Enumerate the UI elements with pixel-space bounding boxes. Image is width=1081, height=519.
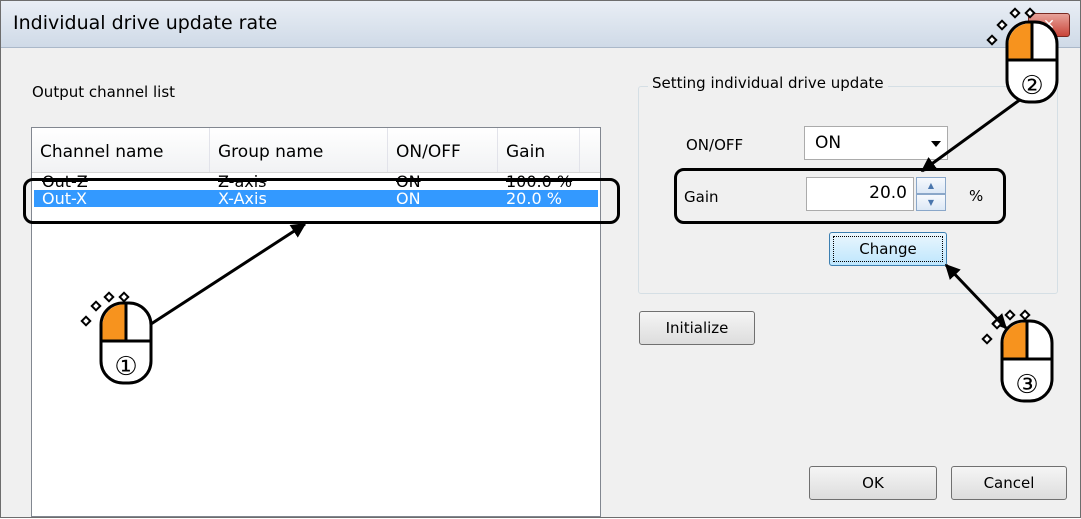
dialog-window: Individual drive update rate ✕ Output ch… [0, 0, 1081, 518]
callout-step2: ② [1020, 71, 1043, 101]
mouse-icon: ② [986, 7, 1059, 104]
callout-step3: ③ [1015, 370, 1038, 400]
mouse-icon: ① [80, 291, 153, 385]
callout-step1: ① [114, 352, 137, 382]
annotation-overlay: ① ② ③ [80, 7, 1059, 403]
arrow-step2 [920, 97, 1022, 173]
arrow-step1 [150, 222, 307, 326]
mouse-icon: ③ [981, 309, 1054, 403]
